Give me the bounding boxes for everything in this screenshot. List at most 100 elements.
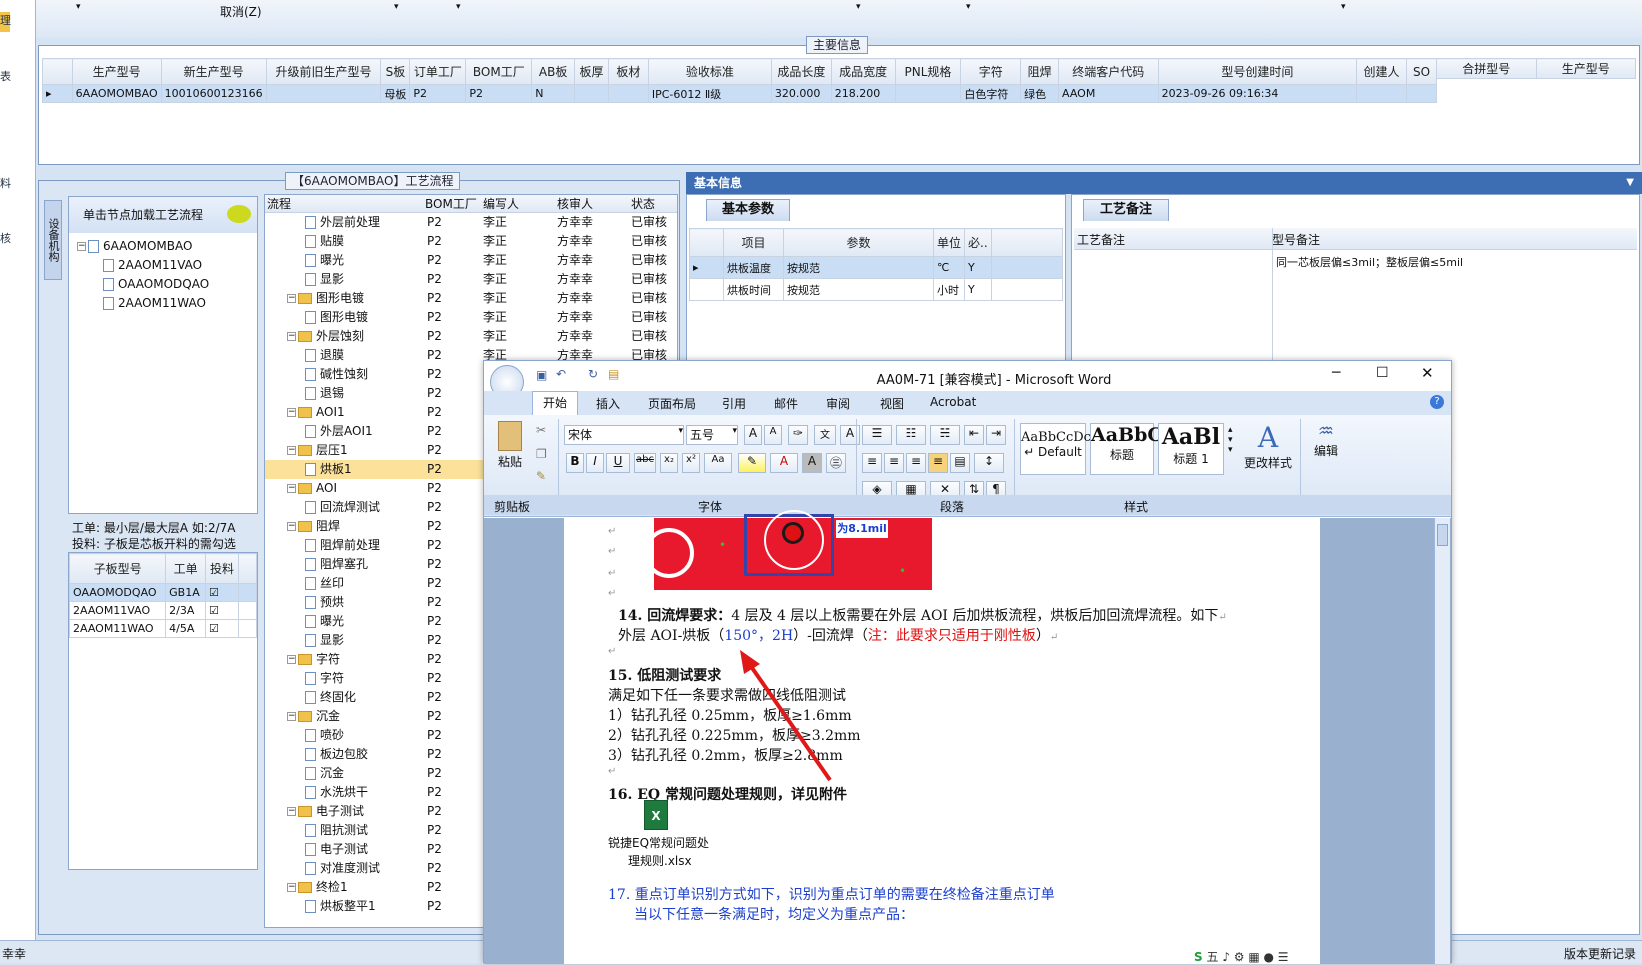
superscript-icon[interactable]: x² bbox=[682, 453, 700, 473]
checkbox[interactable]: ☑ bbox=[205, 601, 239, 620]
distributed-icon[interactable]: ▤ bbox=[950, 453, 970, 473]
column-header[interactable]: 创建人 bbox=[1356, 58, 1407, 85]
table-cell[interactable] bbox=[1405, 84, 1438, 103]
nav-item-3[interactable]: 料 bbox=[0, 175, 11, 191]
increase-indent-icon[interactable]: ⇥ bbox=[986, 425, 1006, 445]
grow-font-icon[interactable]: A bbox=[744, 425, 762, 445]
underline-icon[interactable]: U bbox=[606, 453, 630, 473]
decrease-indent-icon[interactable]: ⇤ bbox=[964, 425, 984, 445]
excel-file-icon[interactable]: X bbox=[644, 800, 668, 830]
column-header[interactable]: 工单 bbox=[165, 553, 207, 584]
dropdown-arrow-icon[interactable]: ▾ bbox=[856, 2, 861, 12]
nav-item-4[interactable]: 核 bbox=[0, 230, 11, 246]
table-cell[interactable]: 320.000 bbox=[770, 84, 832, 103]
column-header[interactable]: 生产型号 bbox=[71, 58, 162, 85]
help-icon[interactable]: ? bbox=[1430, 395, 1444, 409]
flow-row[interactable]: 贴膜 P2 李正 方幸幸 已审核 bbox=[265, 232, 677, 251]
tab-basic-params[interactable]: 基本参数 bbox=[706, 199, 790, 221]
font-color-icon[interactable]: A bbox=[770, 453, 798, 473]
flow-row[interactable]: 显影 P2 李正 方幸幸 已审核 bbox=[265, 270, 677, 289]
paste-button[interactable]: 粘贴 bbox=[490, 419, 530, 491]
version-history-link[interactable]: 版本更新记录 bbox=[1564, 945, 1636, 962]
column-header[interactable]: S板 bbox=[380, 58, 411, 85]
ime-toolbar[interactable]: S 五 ♪ ⚙ ▦ ● ☰ bbox=[1194, 948, 1304, 964]
tab-acrobat[interactable]: Acrobat bbox=[930, 395, 976, 409]
checkbox[interactable]: ☑ bbox=[205, 583, 239, 602]
paragraph-14b[interactable]: 外层 AOI-烘板（150°，2H）-回流焊（注：此要求只适用于刚性板）↵ bbox=[618, 625, 1058, 645]
tab-insert[interactable]: 插入 bbox=[596, 395, 620, 412]
justify-icon[interactable]: ≡ bbox=[928, 453, 948, 473]
side-tab-equipment[interactable]: 设备机构 bbox=[44, 200, 62, 280]
paragraph-15-title[interactable]: 15. 低阻测试要求 bbox=[608, 665, 721, 685]
flow-row[interactable]: 图形电镀 P2 李正 方幸幸 已审核 bbox=[265, 308, 677, 327]
column-header[interactable]: 合拼型号 bbox=[1436, 58, 1537, 79]
column-header[interactable]: 参数 bbox=[783, 228, 934, 257]
column-header[interactable]: BOM工厂 bbox=[425, 195, 477, 212]
minimize-icon[interactable]: ─ bbox=[1332, 365, 1340, 381]
dropdown-arrow-icon[interactable]: ▾ bbox=[1341, 2, 1346, 12]
close-icon[interactable]: ✕ bbox=[1421, 364, 1434, 382]
align-right-icon[interactable]: ≡ bbox=[906, 453, 926, 473]
style-title[interactable]: AaBbC 标题 bbox=[1090, 423, 1163, 475]
dropdown-arrow-icon[interactable]: ▾ bbox=[966, 2, 971, 12]
cancel-button[interactable]: 取消(Z) bbox=[220, 3, 262, 20]
column-header[interactable]: 型号创建时间 bbox=[1157, 58, 1358, 85]
table-cell[interactable]: 白色字符 bbox=[960, 84, 1022, 103]
table-cell[interactable]: IPC-6012 Ⅱ级 bbox=[647, 84, 772, 103]
paragraph-15-1[interactable]: 满足如下任一条要求需做四线低阻测试 bbox=[608, 685, 846, 705]
subscript-icon[interactable]: x₂ bbox=[660, 453, 678, 473]
row-selector-icon[interactable]: ▸ bbox=[42, 84, 73, 103]
model-note-text[interactable]: 同一芯板层偏≤3mil；整板层偏≤5mil bbox=[1276, 254, 1463, 270]
table-row[interactable]: ▸ 烘板温度 按规范 ℃ Y bbox=[689, 256, 1064, 279]
column-header[interactable]: 投料 bbox=[205, 553, 239, 584]
table-row[interactable]: 2AAOM11WAO 4/5A ☑ bbox=[68, 619, 257, 638]
column-header[interactable]: 成品长度 bbox=[770, 58, 832, 85]
column-header[interactable]: 板厚 bbox=[574, 58, 610, 85]
multilevel-icon[interactable]: ☵ bbox=[930, 425, 960, 445]
scroll-thumb[interactable] bbox=[1437, 524, 1448, 546]
maximize-icon[interactable]: ☐ bbox=[1376, 365, 1389, 381]
copy-icon[interactable]: ❐ bbox=[536, 447, 547, 461]
dropdown-arrow-icon[interactable]: ▾ bbox=[76, 2, 81, 12]
table-cell[interactable] bbox=[894, 84, 962, 103]
bold-icon[interactable]: B bbox=[566, 453, 584, 473]
styles-scroll-icon[interactable]: ▴ ▾ ▾ bbox=[1228, 425, 1233, 455]
column-header[interactable]: BOM工厂 bbox=[465, 58, 533, 85]
tab-layout[interactable]: 页面布局 bbox=[648, 395, 696, 412]
column-header[interactable]: 子板型号 bbox=[68, 553, 167, 584]
change-case-icon[interactable]: Aa bbox=[704, 453, 732, 473]
enclose-char-icon[interactable]: ㊂ bbox=[826, 453, 846, 473]
column-header[interactable]: 验收标准 bbox=[647, 58, 772, 85]
tab-references[interactable]: 引用 bbox=[722, 395, 746, 412]
table-cell[interactable]: 10010600123166 bbox=[160, 84, 267, 103]
tree-node[interactable]: 2AAOM11VAO bbox=[103, 256, 202, 275]
column-header[interactable]: 状态 bbox=[631, 195, 655, 212]
char-border-icon[interactable]: A bbox=[840, 425, 860, 445]
tree-node[interactable]: OAAOMODQAO bbox=[103, 275, 209, 294]
dropdown-arrow-icon[interactable]: ▾ bbox=[456, 2, 461, 12]
tab-process-notes[interactable]: 工艺备注 bbox=[1083, 199, 1169, 221]
phonetic-icon[interactable]: 文 bbox=[814, 425, 836, 445]
char-shading-icon[interactable]: A bbox=[802, 453, 822, 473]
format-painter-icon[interactable]: ✎ bbox=[536, 469, 546, 483]
tree-root[interactable]: −6AAOMOMBAO bbox=[77, 237, 192, 256]
flow-row[interactable]: − 图形电镀 P2 李正 方幸幸 已审核 bbox=[265, 289, 677, 308]
undo-icon[interactable]: ↶ bbox=[556, 367, 566, 381]
strikethrough-icon[interactable]: abc bbox=[634, 453, 656, 473]
attachment-name[interactable]: 锐捷EQ常规问题处 bbox=[608, 834, 709, 851]
column-header[interactable]: 阻焊 bbox=[1020, 58, 1060, 85]
tab-mail[interactable]: 邮件 bbox=[774, 395, 798, 412]
column-header[interactable]: 必.. bbox=[964, 228, 992, 257]
column-header[interactable]: SO bbox=[1405, 58, 1438, 85]
edit-button[interactable]: ♒ 编辑 bbox=[1306, 421, 1346, 459]
column-header[interactable]: 核审人 bbox=[557, 195, 593, 212]
column-header[interactable]: 新生产型号 bbox=[160, 58, 267, 85]
style-default[interactable]: AaBbCcDc ↵ Default bbox=[1020, 423, 1091, 475]
document-page[interactable]: 为8.1mil • • ↵ ↵ ↵ ↵ 14. 回流焊要求：4 层及 4 层以上板… bbox=[564, 510, 1320, 964]
table-cell[interactable]: N bbox=[531, 84, 576, 103]
column-header[interactable]: 字符 bbox=[960, 58, 1022, 85]
column-header[interactable]: 编写人 bbox=[483, 195, 519, 212]
table-cell[interactable] bbox=[1356, 84, 1407, 103]
flow-row[interactable]: 曝光 P2 李正 方幸幸 已审核 bbox=[265, 251, 677, 270]
table-row[interactable]: OAAOMODQAO GB1A ☑ bbox=[68, 583, 257, 602]
